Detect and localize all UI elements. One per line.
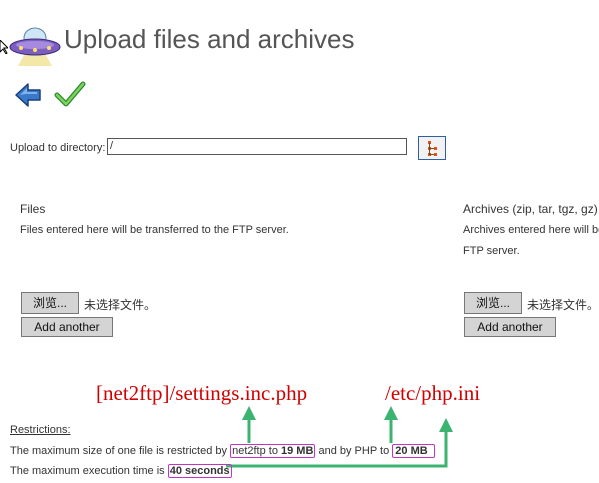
restrictions-line-1: The maximum size of one file is restrict… [10,444,435,458]
restriction-net2ftp-size: 19 MB [281,445,314,457]
arrow-php-head [384,406,398,420]
arrow-time-head [439,418,453,432]
restriction-net2ftp-text: net2ftp [232,445,266,457]
restriction-time-prefix: The maximum execution time is [10,465,168,477]
restriction-php-middle: and by PHP to [315,445,393,457]
restriction-net2ftp-label: net2ftp to 19 MB [230,444,316,458]
restrictions-line-2: The maximum execution time is 40 seconds [10,464,232,478]
restriction-size-prefix: The maximum size of one file is restrict… [10,445,231,457]
annotation-arrows [226,406,453,468]
restrictions-heading: Restrictions: [10,424,71,436]
arrow-net2ftp-head [242,406,256,420]
restriction-time-value: 40 seconds [167,464,232,478]
restriction-to-text: to [265,445,282,457]
restriction-php-size: 20 MB [392,444,435,458]
